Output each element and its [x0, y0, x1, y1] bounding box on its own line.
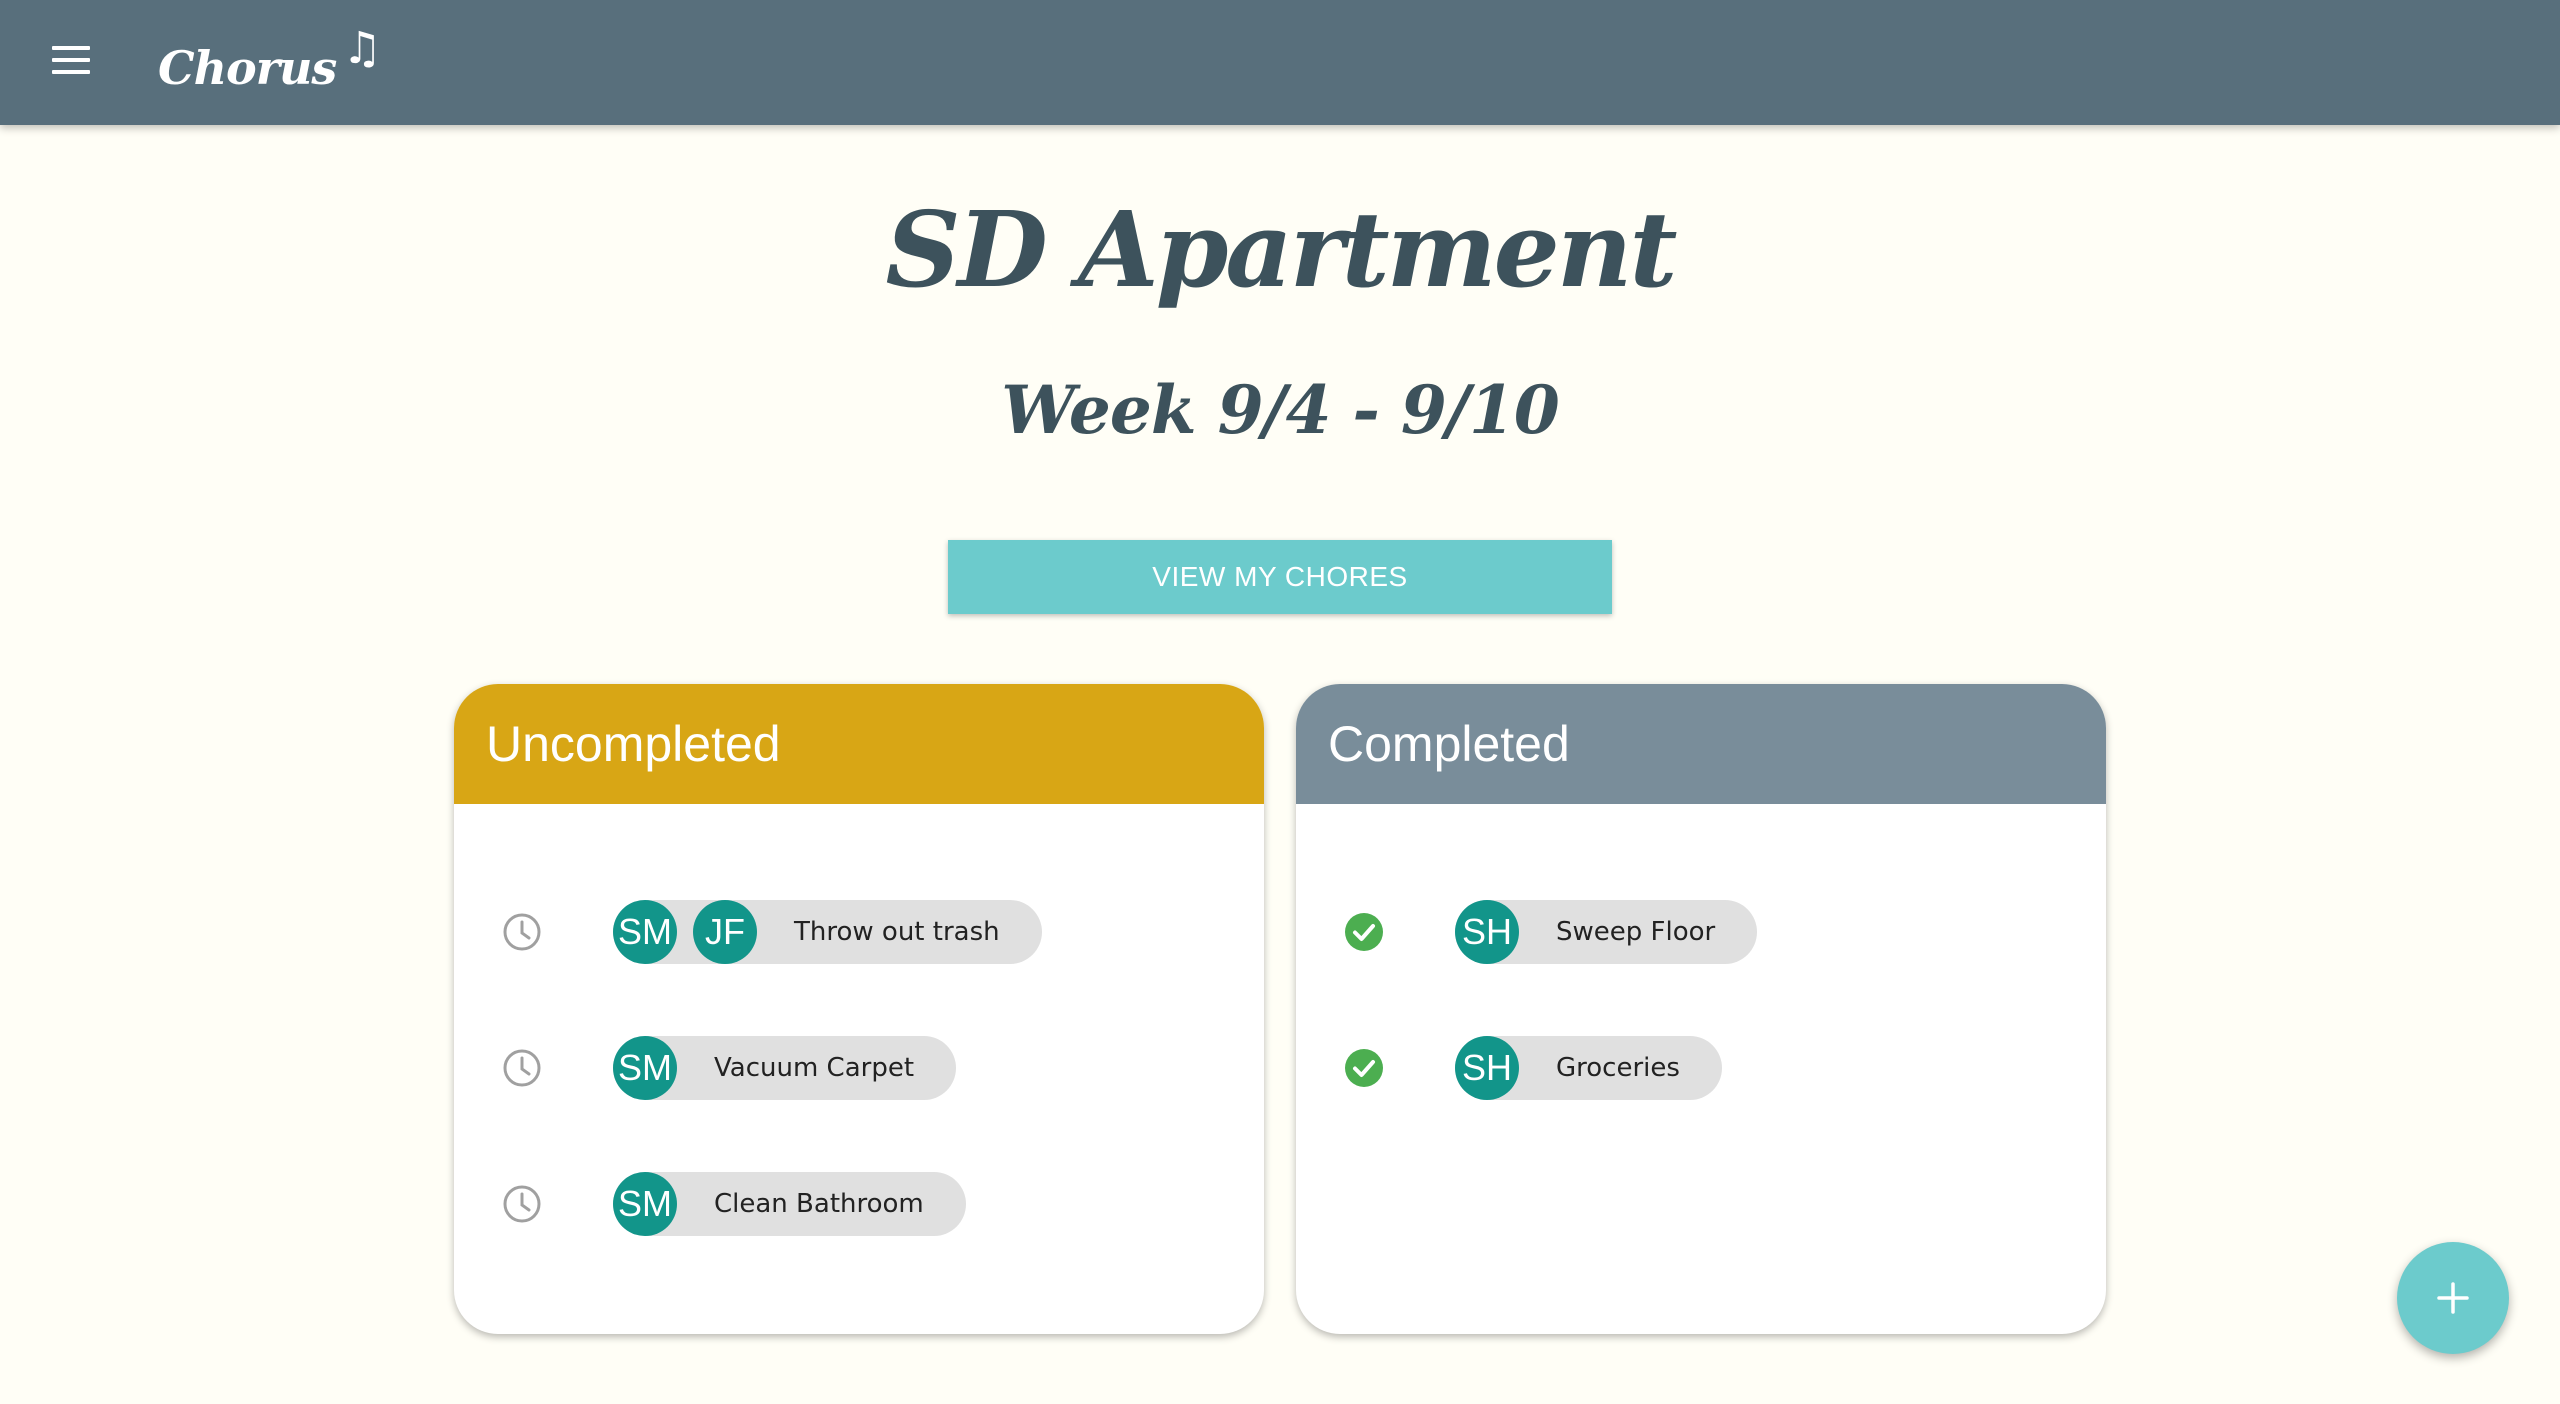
- app-bar: Chorus ♫: [0, 0, 2560, 125]
- menu-icon[interactable]: [52, 46, 92, 78]
- week-subtitle: Week 9/4 - 9/10: [1001, 371, 1560, 449]
- avatar: SM: [613, 1036, 677, 1100]
- clock-icon[interactable]: [502, 912, 542, 952]
- uncompleted-header: Uncompleted: [454, 684, 1264, 804]
- uncompleted-card: Uncompleted SM JF Throw out trash SM Vac…: [454, 684, 1264, 1334]
- chore-row: SH Sweep Floor: [1296, 900, 2106, 964]
- avatar: SH: [1455, 1036, 1519, 1100]
- check-circle-icon[interactable]: [1344, 912, 1384, 952]
- chore-chip[interactable]: SH Groceries: [1455, 1036, 1722, 1100]
- page-title: SD Apartment: [885, 188, 1678, 311]
- chore-label: Sweep Floor: [1556, 917, 1716, 947]
- chore-row: SM Vacuum Carpet: [454, 1036, 1264, 1100]
- clock-icon[interactable]: [502, 1184, 542, 1224]
- completed-card: Completed SH Sweep Floor SH Groceries: [1296, 684, 2106, 1334]
- add-chore-button[interactable]: [2397, 1242, 2509, 1354]
- chore-label: Groceries: [1556, 1053, 1680, 1083]
- avatar: SH: [1455, 900, 1519, 964]
- avatar: JF: [693, 900, 757, 964]
- clock-icon[interactable]: [502, 1048, 542, 1088]
- avatar: SM: [613, 1172, 677, 1236]
- chore-chip[interactable]: SM Vacuum Carpet: [613, 1036, 957, 1100]
- brand-logo[interactable]: Chorus ♫: [158, 24, 382, 108]
- chore-label: Clean Bathroom: [714, 1189, 924, 1219]
- check-circle-icon[interactable]: [1344, 1048, 1384, 1088]
- chore-chip[interactable]: SH Sweep Floor: [1455, 900, 1758, 964]
- music-note-icon: ♫: [342, 23, 382, 74]
- plus-icon: [2437, 1282, 2469, 1314]
- view-my-chores-button[interactable]: VIEW MY CHORES: [948, 540, 1612, 614]
- completed-header: Completed: [1296, 684, 2106, 804]
- chore-row: SH Groceries: [1296, 1036, 2106, 1100]
- chore-chip[interactable]: SM JF Throw out trash: [613, 900, 1042, 964]
- chore-row: SM Clean Bathroom: [454, 1172, 1264, 1236]
- chore-chip[interactable]: SM Clean Bathroom: [613, 1172, 966, 1236]
- brand-name: Chorus: [158, 41, 337, 95]
- chore-label: Throw out trash: [794, 917, 1000, 947]
- chore-label: Vacuum Carpet: [714, 1053, 915, 1083]
- avatar: SM: [613, 900, 677, 964]
- chore-row: SM JF Throw out trash: [454, 900, 1264, 964]
